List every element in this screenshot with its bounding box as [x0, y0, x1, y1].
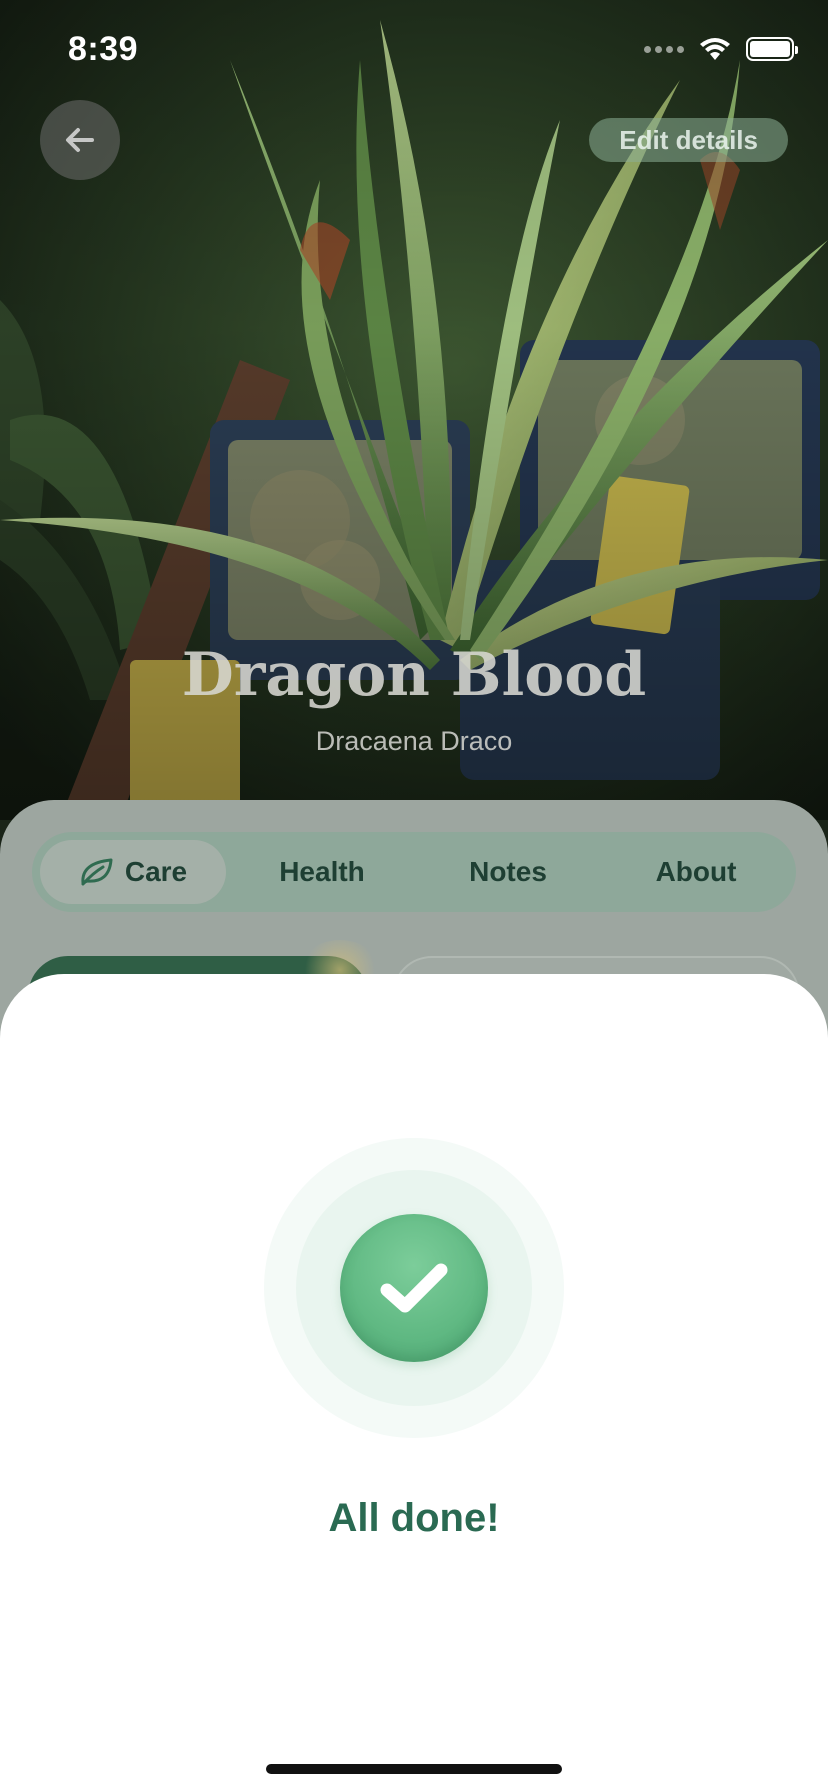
tab-health-label: Health: [279, 856, 365, 887]
done-title: All done!: [328, 1496, 500, 1540]
tab-about[interactable]: About: [604, 840, 788, 904]
tab-health[interactable]: Health: [232, 840, 412, 904]
back-button[interactable]: [40, 100, 120, 180]
checkmark-icon: [380, 1263, 448, 1313]
tab-care-label: Care: [124, 856, 188, 887]
plant-name: Dragon Blood: [181, 640, 647, 710]
tab-notes[interactable]: Notes: [418, 840, 598, 904]
tab-about-label: About: [655, 856, 737, 887]
completion-modal: All done!: [0, 974, 828, 1792]
tab-notes-label: Notes: [469, 856, 547, 887]
home-indicator[interactable]: [266, 1764, 562, 1774]
tab-bar: Care Health Notes About: [32, 832, 796, 912]
status-time: 8:39: [68, 30, 139, 68]
status-icons: [644, 36, 798, 62]
cellular-signal-icon: [644, 45, 684, 53]
plant-detail-screen: 8:39 Edit details Dragon Blood Dracaena …: [0, 0, 828, 1792]
status-bar: 8:39: [0, 0, 828, 100]
battery-icon: [746, 37, 798, 61]
wifi-icon: [700, 38, 730, 60]
leaf-icon: [81, 858, 113, 886]
plant-species: Dracaena Draco: [315, 726, 513, 756]
arrow-left-icon: [66, 128, 94, 152]
tab-care[interactable]: Care: [40, 840, 226, 904]
edit-details-button[interactable]: Edit details: [589, 118, 788, 162]
success-badge: [340, 1214, 488, 1362]
